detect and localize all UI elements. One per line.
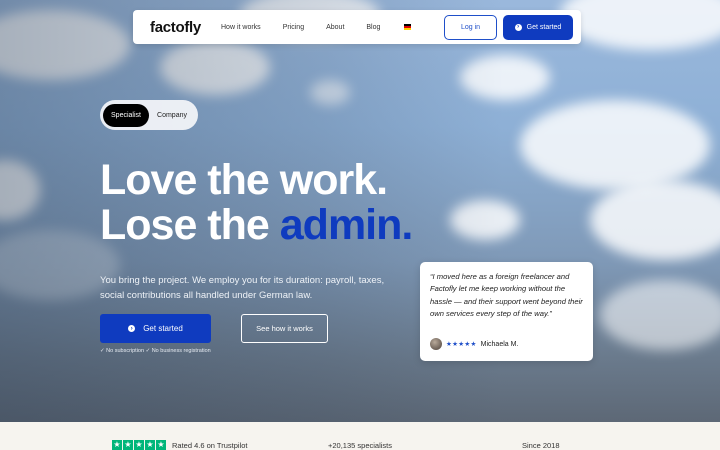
- top-navbar: factofly How it works Pricing About Blog…: [133, 10, 581, 44]
- nav-link-about[interactable]: About: [326, 24, 344, 31]
- trustpilot-stars-icon: ★ ★ ★ ★ ★: [112, 440, 166, 450]
- toggle-specialist[interactable]: Specialist: [103, 103, 149, 127]
- testimonial-card: “I moved here as a foreign freelancer an…: [420, 262, 593, 361]
- hero-get-started-button[interactable]: › Get started: [100, 314, 211, 343]
- since-year: Since 2018: [522, 441, 560, 450]
- hero-get-started-label: Get started: [143, 324, 183, 333]
- avatar: [430, 338, 442, 350]
- testimonial-footer: ★★★★★ Michaela M.: [430, 338, 518, 350]
- nav-get-started-button[interactable]: › Get started: [503, 14, 573, 40]
- trustpilot-rating: Rated 4.6 on Trustpilot: [172, 441, 248, 450]
- rating-stars-icon: ★★★★★: [446, 341, 477, 348]
- testimonial-author: Michaela M.: [480, 340, 519, 348]
- factofly-logo[interactable]: factofly: [150, 19, 221, 36]
- login-button[interactable]: Log in: [444, 14, 497, 40]
- nav-link-pricing[interactable]: Pricing: [283, 24, 304, 31]
- hero-headline-plain: Lose the: [100, 201, 280, 249]
- audience-toggle: Specialist Company: [100, 100, 198, 130]
- nav-link-how-it-works[interactable]: How it works: [221, 24, 261, 31]
- specialists-count: +20,135 specialists: [328, 441, 392, 450]
- hero-headline-line1: Love the work.: [100, 156, 388, 204]
- hero-headline-line2: Lose the admin.: [100, 201, 414, 249]
- arrow-right-icon: ›: [128, 325, 136, 332]
- see-how-it-works-button[interactable]: See how it works: [241, 314, 328, 343]
- testimonial-quote: “I moved here as a foreign freelancer an…: [430, 272, 583, 319]
- german-flag-icon[interactable]: [404, 24, 412, 30]
- arrow-right-icon: ›: [514, 23, 522, 31]
- hero-headline-accent: admin.: [279, 201, 414, 249]
- hero-lead-text: You bring the project. We employ you for…: [100, 275, 385, 301]
- toggle-company[interactable]: Company: [149, 112, 195, 119]
- nav-get-started-label: Get started: [526, 23, 562, 31]
- hero-fineprint: ✓ No subscription ✓ No business registra…: [100, 348, 211, 354]
- nav-link-blog[interactable]: Blog: [366, 24, 380, 31]
